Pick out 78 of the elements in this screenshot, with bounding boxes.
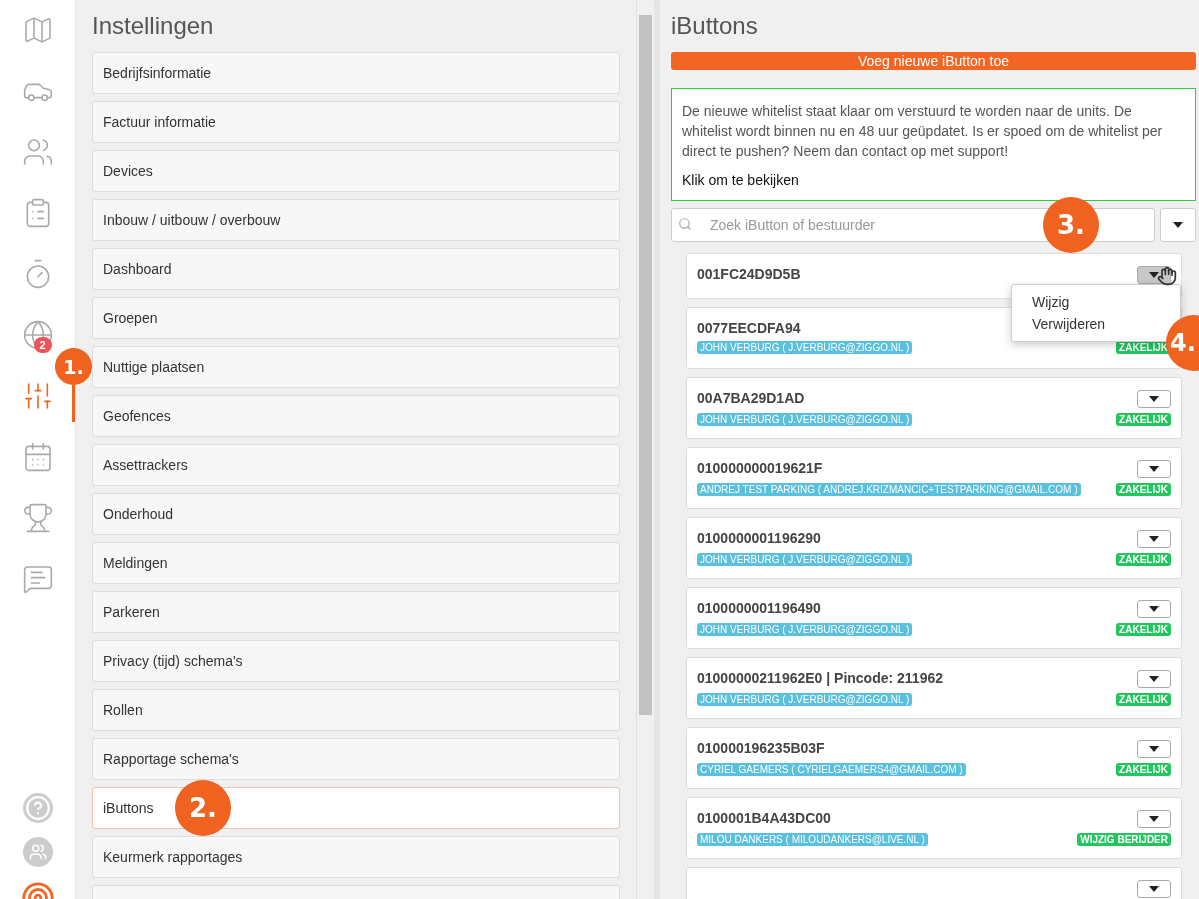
caret-icon: [1149, 816, 1159, 822]
dropdown-toggle[interactable]: [1137, 600, 1171, 618]
settings-item[interactable]: Assettrackers: [92, 444, 620, 486]
filter-dropdown-button[interactable]: [1160, 208, 1196, 242]
settings-item[interactable]: Geofences: [92, 395, 620, 437]
driver-label: JOHN VERBURG ( J.VERBURG@ZIGGO.NL ): [697, 413, 913, 426]
notice-text: De nieuwe whitelist staat klaar om verstuurd te worden naar de units. De whitelist wordt binnen nu en 48 uur geüpdatet. Is er spoed om de whitelist per direct te pushen? Neem dan contact op met support!: [682, 102, 1164, 161]
settings-item[interactable]: Inbouw / uitbouw / overbouw: [92, 199, 620, 241]
type-label: WIJZIG BERIJDER: [1077, 833, 1171, 846]
step-marker: 2.: [175, 780, 231, 836]
ibutton-id: 001FC24D9D5B: [697, 266, 801, 282]
settings-item[interactable]: Factuur informatie: [92, 101, 620, 143]
ibutton-id: 010000000019621F: [697, 460, 823, 476]
dropdown-toggle[interactable]: [1137, 530, 1171, 548]
driver-label: JOHN VERBURG ( J.VERBURG@ZIGGO.NL ): [697, 553, 913, 566]
dropdown-toggle[interactable]: [1137, 460, 1171, 478]
type-label: ZAKELIJK: [1116, 483, 1171, 496]
settings-item[interactable]: Keurmerk rapportages: [92, 836, 620, 878]
dropdown-toggle[interactable]: [1137, 266, 1171, 284]
group-icon[interactable]: [22, 837, 53, 867]
users-icon: [21, 136, 54, 168]
settings-item[interactable]: Parkeren: [92, 591, 620, 633]
globe-icon: [21, 319, 54, 351]
ibutton-id: 010000196235B03F: [697, 740, 825, 756]
settings-item[interactable]: Nuttige plaatsen: [92, 346, 620, 388]
driver-label: MILOU DANKERS ( MILOUDANKERS@LIVE.NL ): [697, 833, 928, 846]
ibutton-id: 0100001B4A43DC00: [697, 810, 831, 826]
caret-icon: [1173, 222, 1183, 228]
dropdown-toggle[interactable]: [1137, 390, 1171, 408]
settings-item[interactable]: Onderhoud: [92, 493, 620, 535]
caret-icon: [1149, 272, 1159, 278]
scrollbar[interactable]: [636, 0, 654, 899]
ibutton-id: 01000000211962E0 | Pincode: 211962: [697, 670, 943, 686]
driver-label: ANDREJ TEST PARKING ( ANDREJ.KRIZMANCIC+TESTPARKING@GMAIL.COM ): [697, 483, 1081, 496]
ibutton-id: 0077EECDFA94: [697, 320, 801, 336]
menu-item[interactable]: Wijzig: [1012, 291, 1090, 313]
settings-title: Instellingen: [92, 12, 215, 40]
settings-item[interactable]: Dashboard: [92, 248, 620, 290]
settings-item[interactable]: Meldingen: [92, 542, 620, 584]
settings-item[interactable]: Rollen: [92, 689, 620, 731]
dropdown-toggle[interactable]: [1137, 810, 1171, 828]
settings-item[interactable]: Groepen: [92, 297, 620, 339]
driver-label: JOHN VERBURG ( J.VERBURG@ZIGGO.NL ): [697, 341, 913, 354]
driver-label: JOHN VERBURG ( J.VERBURG@ZIGGO.NL ): [697, 693, 913, 706]
notification-badge: 2: [33, 337, 52, 353]
ibutton-id: 0100000001196290: [697, 530, 821, 546]
settings-item[interactable]: Bedrijfsinformatie: [92, 52, 620, 94]
driver-label: JOHN VERBURG ( J.VERBURG@ZIGGO.NL ): [697, 623, 913, 636]
pointer-cursor-icon: [1157, 266, 1177, 286]
search-icon: [678, 217, 692, 231]
dropdown-toggle[interactable]: [1137, 880, 1171, 898]
step-marker: 3.: [1043, 197, 1099, 253]
caret-icon: [1149, 676, 1159, 682]
dropdown-toggle[interactable]: [1137, 670, 1171, 688]
type-label: ZAKELIJK: [1116, 413, 1171, 426]
caret-icon: [1149, 536, 1159, 542]
page-title: iButtons: [671, 12, 759, 40]
settings-item[interactable]: Devices: [92, 150, 620, 192]
settings-item[interactable]: Privacy (tijd) schema's: [92, 640, 620, 682]
dropdown-toggle[interactable]: [1137, 740, 1171, 758]
ibutton-id: 00A7BA29D1AD: [697, 390, 805, 406]
trophy-icon: [21, 502, 54, 534]
caret-icon: [1149, 466, 1159, 472]
caret-icon: [1149, 396, 1159, 402]
menu-item[interactable]: Verwijderen: [1012, 313, 1126, 335]
type-label: ZAKELIJK: [1116, 693, 1171, 706]
caret-icon: [1149, 886, 1159, 892]
view-link[interactable]: Klik om te bekijken: [682, 172, 799, 188]
help-icon[interactable]: [22, 793, 53, 823]
caret-icon: [1149, 746, 1159, 752]
type-label: ZAKELIJK: [1116, 623, 1171, 636]
caret-icon: [1149, 606, 1159, 612]
type-label: ZAKELIJK: [1116, 763, 1171, 776]
driver-label: CYRIEL GAEMERS ( CYRIELGAEMERS4@GMAIL.COM ): [697, 763, 966, 776]
message-icon: [21, 563, 54, 595]
type-label: ZAKELIJK: [1116, 553, 1171, 566]
settings-item[interactable]: Rapportage schema's: [92, 738, 620, 780]
ibutton-id: 0100000001196490: [697, 600, 821, 616]
